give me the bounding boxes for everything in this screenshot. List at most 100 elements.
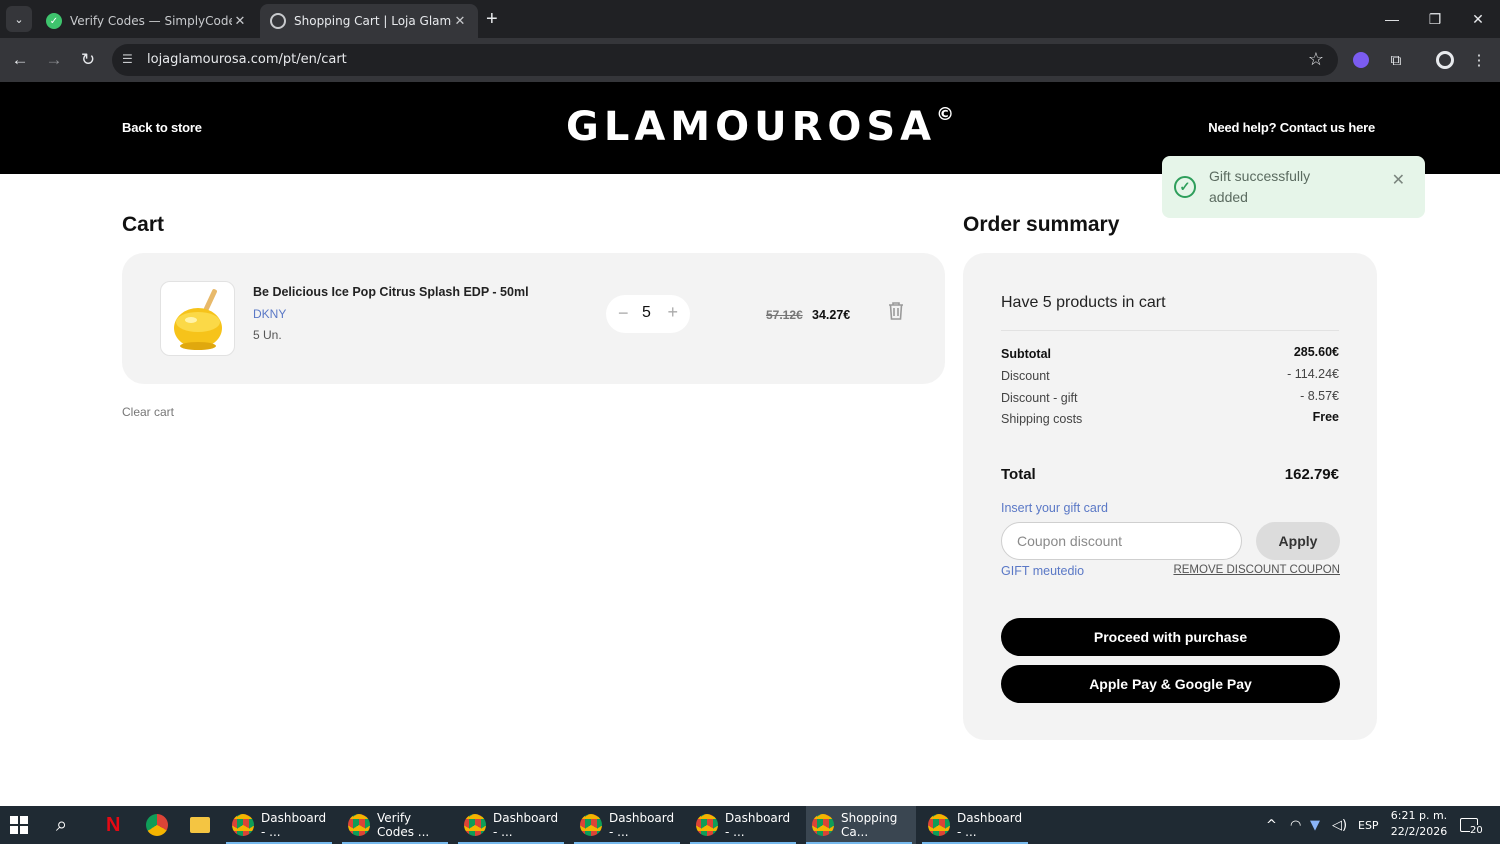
taskbar-app-dashboard[interactable]: Dashboard - ... [922, 806, 1030, 844]
wifi-icon[interactable]: ◠ [1290, 806, 1301, 844]
taskbar-app-shopping-cart[interactable]: Shopping Ca... [806, 806, 916, 844]
back-arrow-icon[interactable]: ← [8, 48, 32, 72]
volume-icon[interactable]: ◁) [1332, 806, 1347, 844]
window-close-icon[interactable]: ✕ [1456, 0, 1500, 38]
coupon-input[interactable] [1001, 522, 1242, 560]
toast-message: Gift successfully added [1209, 168, 1311, 205]
reload-icon[interactable]: ↻ [76, 48, 100, 72]
logo-mark: © [936, 103, 955, 125]
tab-verify-codes[interactable]: ✓ Verify Codes — SimplyCodes ✕ [36, 4, 258, 38]
vpn-icon[interactable]: ▼ [1310, 806, 1320, 844]
clock-time: 6:21 p. m. [1390, 809, 1448, 822]
logo-text: GLAMOUROSA [566, 104, 937, 150]
profile-avatar-icon[interactable] [1434, 49, 1456, 71]
cart-item: Be Delicious Ice Pop Citrus Splash EDP -… [122, 253, 945, 384]
taskbar-app-label: Dashboard - ... [493, 811, 559, 839]
address-toolbar: ← → ↻ ☰ lojaglamourosa.com/pt/en/cart ☆ … [0, 38, 1500, 82]
extensions-puzzle-icon[interactable]: ⧉ [1385, 49, 1407, 71]
row-label: Shipping costs [1001, 412, 1083, 426]
cart-title: Cart [122, 213, 165, 236]
row-value: Free [1312, 410, 1339, 424]
windows-start-icon[interactable] [10, 806, 36, 844]
gift-added-toast: ✓ Gift successfully added ✕ [1162, 156, 1425, 218]
chrome-icon [928, 814, 950, 836]
taskbar-app-verify-codes[interactable]: Verify Codes ... [342, 806, 450, 844]
row-label: Subtotal [1001, 347, 1051, 361]
subtotal-row: Subtotal 285.60€ [1001, 345, 1339, 365]
gift-card-label[interactable]: Insert your gift card [1001, 501, 1108, 515]
tab-close-icon[interactable]: ✕ [232, 14, 248, 29]
tray-chevron-icon[interactable]: ^ [1266, 806, 1277, 844]
product-name[interactable]: Be Delicious Ice Pop Citrus Splash EDP -… [253, 285, 529, 299]
apple-google-pay-button[interactable]: Apple Pay & Google Pay [1001, 665, 1340, 703]
extension-icon[interactable] [1350, 49, 1372, 71]
taskbar-app-dashboard[interactable]: Dashboard - ... [574, 806, 682, 844]
tab-close-icon[interactable]: ✕ [452, 14, 468, 29]
new-tab-icon[interactable]: + [486, 8, 498, 30]
simplycodes-favicon-icon: ✓ [46, 13, 62, 29]
back-to-store-link[interactable]: Back to store [122, 120, 202, 135]
minus-icon[interactable]: − [618, 303, 629, 324]
shipping-row: Shipping costs Free [1001, 410, 1339, 430]
contact-help-link[interactable]: Need help? Contact us here [1208, 120, 1375, 135]
chrome-icon [232, 814, 254, 836]
order-summary-title: Order summary [963, 213, 1120, 236]
keyboard-language[interactable]: ESP [1358, 806, 1379, 844]
apply-coupon-button[interactable]: Apply [1256, 522, 1340, 560]
chrome-icon [464, 814, 486, 836]
total-label: Total [1001, 466, 1036, 483]
product-image[interactable] [160, 281, 235, 356]
omnibox[interactable]: ☰ lojaglamourosa.com/pt/en/cart ☆ [112, 44, 1338, 76]
trash-icon[interactable] [887, 301, 905, 321]
notifications-icon[interactable]: 20 [1460, 806, 1483, 844]
products-count-text: Have 5 products in cart [1001, 294, 1166, 311]
chrome-icon [696, 814, 718, 836]
product-brand[interactable]: DKNY [253, 307, 286, 321]
clear-cart-button[interactable]: Clear cart [122, 405, 174, 419]
row-value: - 114.24€ [1287, 367, 1339, 381]
netflix-icon[interactable]: N [106, 806, 120, 844]
discount-row: Discount - 114.24€ [1001, 367, 1339, 387]
quantity-value[interactable]: 5 [642, 304, 651, 322]
close-icon[interactable]: ✕ [1392, 170, 1405, 190]
tab-title: Verify Codes — SimplyCodes [70, 14, 232, 28]
restore-icon[interactable]: ❐ [1413, 0, 1457, 38]
site-info-icon[interactable]: ☰ [122, 52, 138, 68]
perfume-bottle-icon [174, 289, 222, 350]
browser-menu-icon[interactable]: ⋮ [1468, 49, 1490, 71]
total-value: 162.79€ [1284, 466, 1339, 483]
discounted-price: 34.27€ [812, 308, 851, 322]
product-units: 5 Un. [253, 328, 282, 342]
proceed-purchase-button[interactable]: Proceed with purchase [1001, 618, 1340, 656]
bookmark-star-icon[interactable]: ☆ [1308, 49, 1324, 70]
search-icon[interactable]: ⌕ [56, 806, 67, 844]
tab-search-button[interactable]: ⌄ [6, 6, 32, 32]
chrome-icon[interactable] [146, 806, 168, 844]
taskbar-app-label: Dashboard - ... [261, 811, 327, 839]
notification-count: 20 [1470, 824, 1483, 836]
remove-coupon-link[interactable]: REMOVE DISCOUNT COUPON [1173, 564, 1340, 576]
gift-discount-row: Discount - gift - 8.57€ [1001, 389, 1339, 409]
taskbar-app-label: Shopping Ca... [841, 811, 898, 839]
taskbar-app-dashboard[interactable]: Dashboard - ... [458, 806, 566, 844]
taskbar-app-label: Dashboard - ... [609, 811, 675, 839]
row-label: Discount [1001, 369, 1050, 383]
row-label: Discount - gift [1001, 391, 1078, 405]
taskbar-app-dashboard[interactable]: Dashboard - ... [226, 806, 334, 844]
minimize-icon[interactable]: — [1370, 0, 1414, 38]
forward-arrow-icon[interactable]: → [42, 48, 66, 72]
original-price: 57.12€ [766, 308, 803, 322]
tab-title: Shopping Cart | Loja Glamourosa [294, 14, 452, 28]
chrome-icon [580, 814, 602, 836]
file-explorer-icon[interactable] [190, 806, 210, 844]
tab-shopping-cart[interactable]: Shopping Cart | Loja Glamourosa ✕ [260, 4, 478, 38]
glamourosa-logo[interactable]: GLAMOUROSA© [566, 104, 954, 150]
url-text[interactable]: lojaglamourosa.com/pt/en/cart [147, 52, 347, 67]
check-circle-icon: ✓ [1174, 176, 1196, 198]
taskbar-app-dashboard[interactable]: Dashboard - ... [690, 806, 798, 844]
glamourosa-favicon-icon [270, 13, 286, 29]
system-clock[interactable]: 6:21 p. m. 22/2/2026 [1390, 808, 1448, 840]
taskbar-app-label: Dashboard - ... [957, 811, 1023, 839]
row-value: 285.60€ [1293, 345, 1339, 359]
plus-icon[interactable]: + [667, 302, 678, 323]
